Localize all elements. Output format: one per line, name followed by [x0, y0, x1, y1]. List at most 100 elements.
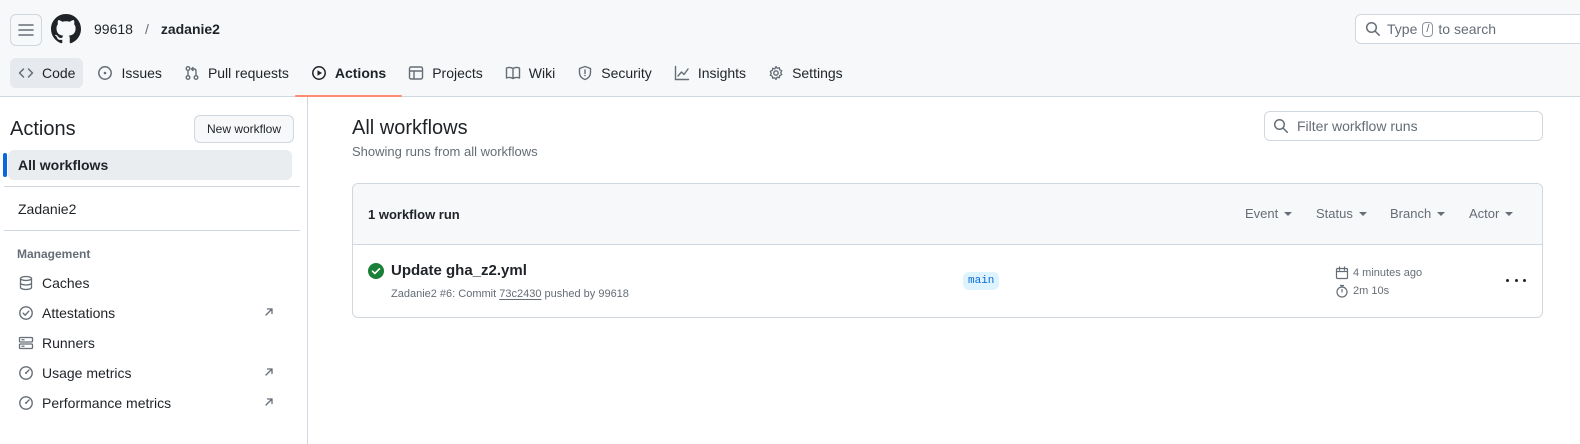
tab-security[interactable]: Security [569, 58, 660, 88]
run-actions-kebab-icon[interactable] [1506, 272, 1526, 288]
success-check-icon [368, 263, 384, 279]
shield-icon [579, 65, 592, 81]
tab-label: Issues [121, 65, 162, 81]
sidebar-title: Actions [10, 118, 76, 140]
management-heading: Management [17, 247, 91, 261]
book-icon [505, 66, 520, 80]
tab-projects[interactable]: Projects [400, 58, 491, 88]
pull-request-icon [185, 66, 199, 80]
sidebar-item-label: Caches [42, 275, 90, 291]
filter-workflow-runs-input[interactable]: Filter workflow runs [1264, 111, 1543, 141]
duration-label: 2m 10s [1353, 285, 1390, 297]
tab-label: Wiki [528, 65, 556, 81]
repo-link[interactable]: zadanie2 [161, 21, 220, 37]
actor-filter-dropdown[interactable]: Actor [1469, 206, 1514, 221]
branch-label[interactable]: main [963, 272, 1000, 290]
tab-pull-requests[interactable]: Pull requests [176, 58, 297, 88]
sidebar-item-label: Runners [42, 335, 95, 351]
sidebar-item-label: All workflows [18, 157, 109, 173]
status-filter-dropdown[interactable]: Status [1316, 206, 1367, 221]
sidebar-item-performance-metrics[interactable]: Performance metrics [8, 388, 292, 418]
run-duration: 2m 10s [1335, 284, 1389, 298]
menu-button[interactable] [10, 14, 42, 46]
search-input[interactable]: Type / to search [1355, 14, 1580, 44]
repo-tabs: Code Issues Pull requests Actions Projec… [10, 58, 857, 97]
search-suffix: to search [1438, 21, 1497, 37]
dropdown-label: Event [1245, 206, 1279, 221]
chevron-down-icon [1284, 211, 1293, 216]
tab-code[interactable]: Code [10, 58, 84, 88]
chevron-down-icon [1358, 211, 1367, 216]
tab-wiki[interactable]: Wiki [497, 58, 563, 88]
dropdown-label: Status [1316, 206, 1353, 221]
chevron-down-icon [1505, 211, 1514, 216]
github-logo-icon[interactable] [51, 14, 81, 44]
external-link-icon [265, 398, 273, 406]
runs-list-header: 1 workflow run Event Status Branch Actor [353, 184, 1542, 245]
breadcrumb-separator: / [144, 21, 149, 37]
event-filter-dropdown[interactable]: Event [1245, 206, 1293, 221]
tab-label: Actions [334, 65, 387, 81]
time-ago-label: 4 minutes ago [1353, 267, 1423, 279]
play-icon [311, 66, 326, 80]
sidebar-item-label: Zadanie2 [18, 201, 77, 217]
tab-insights[interactable]: Insights [666, 58, 754, 88]
new-workflow-button[interactable]: New workflow [194, 115, 295, 143]
chevron-down-icon [1437, 211, 1446, 216]
tab-label: Pull requests [207, 65, 289, 81]
search-icon [1365, 21, 1380, 36]
verified-icon [19, 306, 33, 320]
tab-label: Insights [697, 65, 747, 81]
search-icon [1273, 118, 1288, 133]
page-title: All workflows [352, 117, 468, 139]
server-icon [18, 336, 34, 350]
sidebar-item-runners[interactable]: Runners [8, 328, 292, 358]
sidebar-item-caches[interactable]: Caches [8, 268, 292, 298]
graph-icon [674, 65, 690, 81]
sidebar-divider [4, 230, 300, 231]
sidebar-item-label: Usage metrics [42, 365, 132, 381]
hamburger-icon [18, 24, 34, 36]
meter-icon [19, 366, 33, 380]
tab-label: Code [42, 65, 76, 81]
sidebar-item-usage-metrics[interactable]: Usage metrics [8, 358, 292, 388]
sidebar-item-label: Attestations [42, 305, 116, 321]
tab-label: Projects [432, 65, 483, 81]
gear-icon [769, 65, 783, 81]
actions-sidebar: Actions New workflow All workflows Zadan… [0, 97, 308, 444]
sidebar-item-label: Performance metrics [42, 395, 172, 411]
table-icon [409, 66, 424, 80]
breadcrumb: 99618 / zadanie2 [94, 21, 220, 37]
sidebar-item-workflow[interactable]: Zadanie2 [8, 194, 292, 224]
tab-settings[interactable]: Settings [760, 58, 851, 88]
tab-issues[interactable]: Issues [89, 58, 169, 88]
search-prefix: Type [1387, 21, 1418, 37]
repo-header: 99618 / zadanie2 Type / to search Code I… [0, 0, 1580, 97]
run-meta: Zadanie2 #6: Commit 73c2430 pushed by 99… [391, 288, 629, 300]
filter-placeholder: Filter workflow runs [1297, 118, 1418, 134]
issue-icon [98, 66, 113, 80]
workflow-run-row[interactable]: Update gha_z2.yml Zadanie2 #6: Commit 73… [353, 245, 1542, 317]
code-icon [18, 68, 34, 78]
dropdown-label: Actor [1469, 206, 1500, 221]
run-title-link[interactable]: Update gha_z2.yml [391, 262, 527, 279]
stopwatch-icon [1336, 284, 1348, 298]
calendar-icon [1335, 266, 1349, 280]
sidebar-item-attestations[interactable]: Attestations [8, 298, 292, 328]
meter-icon [19, 396, 33, 410]
tab-actions[interactable]: Actions [294, 58, 403, 97]
external-link-icon [265, 308, 273, 316]
owner-link[interactable]: 99618 [94, 21, 133, 37]
sidebar-divider [4, 186, 300, 187]
tab-label: Security [601, 65, 652, 81]
commit-sha-link[interactable]: 73c2430 [499, 288, 541, 300]
sidebar-item-all-workflows[interactable]: All workflows [3, 150, 292, 180]
branch-filter-dropdown[interactable]: Branch [1390, 206, 1446, 221]
run-meta-suffix: pushed by 99618 [544, 288, 629, 300]
run-time-ago: 4 minutes ago [1335, 266, 1422, 280]
page-subtitle: Showing runs from all workflows [352, 144, 538, 159]
search-key: / [1422, 21, 1434, 37]
database-icon [19, 275, 33, 291]
workflow-runs-list: 1 workflow run Event Status Branch Actor… [352, 183, 1543, 318]
external-link-icon [265, 368, 273, 376]
